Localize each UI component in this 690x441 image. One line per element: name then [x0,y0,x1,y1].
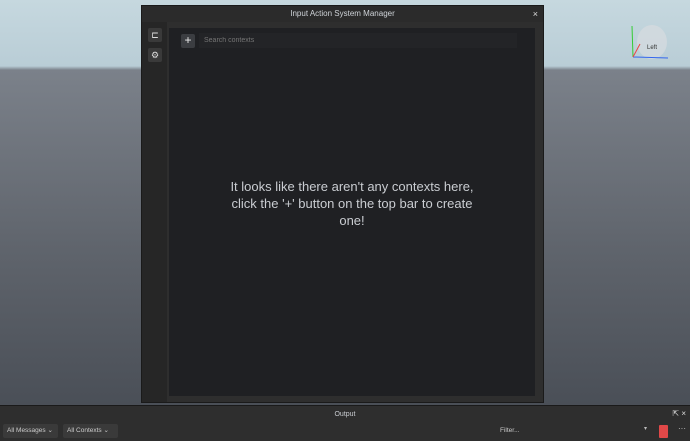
add-context-button[interactable]: + [181,34,195,48]
sidebar: ⊏ ⚙ [142,22,167,402]
output-panel: Output ⇱ × All Messages ⌄ All Contexts ⌄… [0,405,690,441]
contexts-panel: + It looks like there aren't any context… [169,28,535,396]
more-icon[interactable]: ··· [678,424,686,433]
caret-down-icon[interactable]: ▾ [644,425,647,432]
window-title: Input Action System Manager [290,9,395,18]
filter-input[interactable]: Filter... [500,424,520,438]
input-action-manager-window: Input Action System Manager × ⊏ ⚙ + It l… [141,5,544,403]
empty-message: It looks like there aren't any contexts … [230,179,474,228]
gizmo-label: Left [647,45,657,51]
trash-icon[interactable] [659,425,668,438]
output-title: Output [334,411,356,418]
window-titlebar[interactable]: Input Action System Manager × [142,6,543,22]
view-gizmo[interactable]: Left [628,18,674,64]
chevron-down-icon: ⌄ [47,427,53,434]
chevron-down-icon: ⌄ [103,427,109,434]
search-input[interactable] [199,33,517,48]
gear-icon[interactable]: ⚙ [148,48,162,62]
tree-icon[interactable]: ⊏ [148,28,162,42]
popout-icon[interactable]: ⇱ [672,409,679,418]
messages-dropdown[interactable]: All Messages ⌄ [3,424,58,438]
close-icon[interactable]: × [681,409,686,418]
close-icon[interactable]: × [533,6,538,22]
messages-dropdown-label: All Messages [7,427,46,434]
contexts-dropdown[interactable]: All Contexts ⌄ [63,424,118,438]
contexts-dropdown-label: All Contexts [67,427,102,434]
